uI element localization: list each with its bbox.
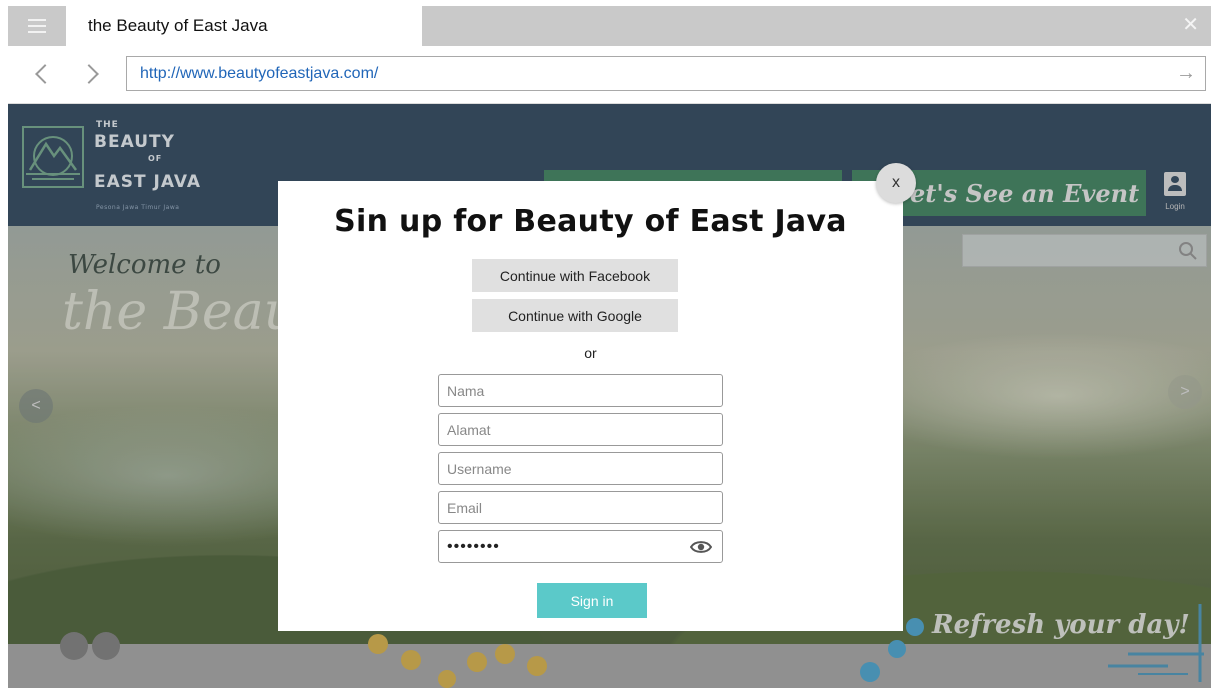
modal-close-button[interactable]: x	[876, 163, 916, 203]
continue-facebook-button[interactable]: Continue with Facebook	[472, 259, 678, 292]
username-input[interactable]: Username	[438, 452, 723, 485]
tab-title: the Beauty of East Java	[88, 16, 268, 35]
nama-input[interactable]: Nama	[438, 374, 723, 407]
close-window-icon[interactable]: ✕	[1182, 14, 1199, 36]
signup-modal: Sin up for Beauty of East Java Continue …	[278, 181, 903, 631]
browser-window: the Beauty of East Java ✕ http://www.bea…	[0, 0, 1211, 688]
sign-in-button[interactable]: Sign in	[537, 583, 647, 618]
modal-title: Sin up for Beauty of East Java	[334, 204, 847, 239]
email-input[interactable]: Email	[438, 491, 723, 524]
alamat-input[interactable]: Alamat	[438, 413, 723, 446]
tab-bar: the Beauty of East Java ✕	[8, 6, 1211, 46]
go-arrow-icon[interactable]: →	[1175, 62, 1197, 84]
menu-icon[interactable]	[8, 6, 66, 46]
password-value: ••••••••	[447, 537, 500, 555]
continue-google-button[interactable]: Continue with Google	[472, 299, 678, 332]
password-input[interactable]: ••••••••	[438, 530, 723, 563]
forward-arrow-icon[interactable]	[80, 62, 104, 86]
eye-icon[interactable]	[690, 539, 712, 555]
back-arrow-icon[interactable]	[30, 62, 54, 86]
or-divider-text: or	[584, 345, 597, 361]
address-bar: http://www.beautyofeastjava.com/ →	[8, 46, 1211, 104]
url-text: http://www.beautyofeastjava.com/	[140, 64, 379, 82]
browser-tab[interactable]: the Beauty of East Java	[66, 6, 422, 46]
url-input[interactable]: http://www.beautyofeastjava.com/ →	[126, 56, 1206, 91]
